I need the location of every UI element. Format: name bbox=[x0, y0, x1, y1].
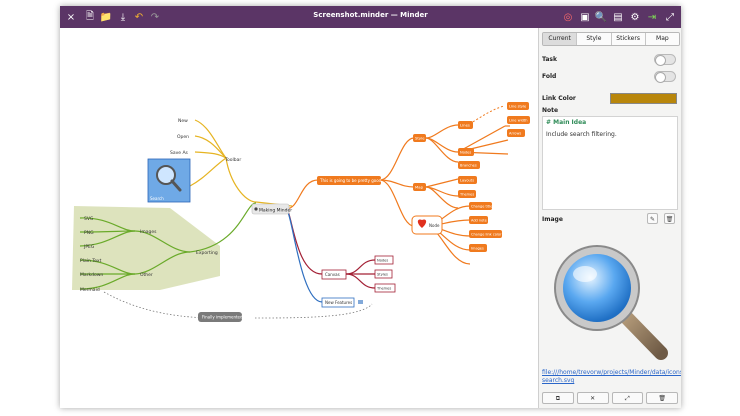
new-features-node-label: New Features bbox=[325, 300, 352, 305]
mindmap-svg: Making Minder Toolbar New Open Save As S… bbox=[72, 102, 530, 322]
new-node-label[interactable]: New bbox=[178, 118, 188, 124]
copy-icon[interactable]: ⧉ bbox=[542, 392, 574, 404]
tab-style[interactable]: Style bbox=[577, 33, 612, 45]
root-node-dot bbox=[254, 207, 258, 211]
tab-map[interactable]: Map bbox=[645, 33, 679, 45]
task-toggle[interactable] bbox=[654, 54, 676, 66]
canvas-node-label: Canvas bbox=[325, 272, 340, 277]
note-label: Note bbox=[542, 107, 559, 114]
finally-implemented-node-label: Finally implemented bbox=[202, 315, 243, 320]
link-color-button[interactable] bbox=[610, 93, 677, 104]
link-color-label: Link Color bbox=[542, 95, 576, 102]
line-width-node-label: Line width bbox=[509, 119, 528, 123]
change-title-node-label: Change title bbox=[471, 205, 492, 209]
style-node-label: Style bbox=[415, 136, 425, 141]
map-node-label: Map bbox=[415, 185, 424, 190]
markdown-node-label[interactable]: Markdown bbox=[80, 272, 103, 278]
note-editor[interactable]: # Main Idea Include search filtering. bbox=[542, 116, 678, 210]
jpeg-node-label[interactable]: JPEG bbox=[83, 244, 95, 250]
target-icon[interactable]: ◎ bbox=[560, 9, 576, 25]
delete-image-icon[interactable]: 🗑 bbox=[664, 213, 675, 224]
exporting-node-label[interactable]: Exporting bbox=[196, 250, 218, 256]
image-icon[interactable]: ▤ bbox=[610, 9, 626, 25]
svg-node-label[interactable]: SVG bbox=[84, 216, 94, 222]
layouts-node-label: Layouts bbox=[460, 179, 474, 183]
focus-icon[interactable]: ⇥ bbox=[644, 9, 660, 25]
other-node-label[interactable]: Other bbox=[140, 272, 153, 278]
change-link-color-node-label: Change link color bbox=[471, 233, 502, 237]
orange-branch-links bbox=[285, 124, 510, 265]
lens-highlight bbox=[573, 266, 597, 282]
toolbar-branch-links bbox=[189, 119, 293, 207]
trash-icon[interactable]: 🗑 bbox=[646, 392, 678, 404]
sidebar-bottom-bar: ⧉ ✕ ⤢ 🗑 bbox=[542, 392, 678, 404]
cut-icon[interactable]: ✕ bbox=[576, 392, 609, 404]
branches-node-label: Branches bbox=[460, 164, 477, 168]
styles-red-node-label: Styles bbox=[377, 273, 388, 277]
arrows-node-label: Arrows bbox=[509, 132, 521, 136]
mindmap-canvas[interactable]: Making Minder Toolbar New Open Save As S… bbox=[60, 28, 538, 408]
note-indicator-icon bbox=[358, 300, 363, 304]
gear-icon[interactable]: ⚙ bbox=[627, 9, 643, 25]
search-node-label: Search bbox=[150, 196, 164, 201]
nodes-red-node-label: Nodes bbox=[377, 259, 388, 263]
search-icon-preview bbox=[563, 254, 631, 322]
fold-toggle[interactable] bbox=[654, 71, 676, 83]
properties-sidebar: Current Style Stickers Map Task Fold Lin… bbox=[538, 28, 681, 408]
mermaid-node-label[interactable]: Mermaid bbox=[80, 287, 100, 293]
image-preview bbox=[554, 245, 668, 360]
open-node-label[interactable]: Open bbox=[177, 134, 189, 140]
themes-red-node-label: Themes bbox=[376, 287, 391, 291]
note-heading: # Main Idea bbox=[546, 119, 587, 126]
detach-icon[interactable]: ⤢ bbox=[611, 392, 644, 404]
add-note-node-label: Add note bbox=[471, 219, 487, 223]
app-window: × 🗎 📁 ⤓ ↶ ↷ Screenshot.minder — Minder ◎… bbox=[60, 6, 681, 408]
magnifier-handle-preview bbox=[618, 309, 668, 360]
tab-stickers[interactable]: Stickers bbox=[611, 33, 646, 45]
sidebar-tabs: Current Style Stickers Map bbox=[542, 32, 680, 46]
fold-label: Fold bbox=[542, 73, 557, 80]
toolbar-node-label[interactable]: Toolbar bbox=[224, 157, 241, 163]
new-features-link bbox=[285, 208, 323, 303]
fullscreen-icon[interactable]: ⤢ bbox=[662, 9, 678, 25]
note-body: Include search filtering. bbox=[546, 131, 617, 138]
pretty-good-node-label: This is going to be pretty good bbox=[319, 178, 382, 183]
tab-current[interactable]: Current bbox=[543, 33, 578, 45]
fold-toggle-knob bbox=[655, 72, 666, 83]
image-label: Image bbox=[542, 216, 563, 223]
themes-orange-node-label: Themes bbox=[459, 193, 474, 197]
edit-image-icon[interactable]: ✎ bbox=[647, 213, 658, 224]
task-label: Task bbox=[542, 56, 557, 63]
root-node-label: Making Minder bbox=[259, 208, 292, 214]
png-node-label[interactable]: PNG bbox=[84, 230, 94, 236]
lines-node-label: Lines bbox=[460, 123, 470, 128]
titlebar: × 🗎 📁 ⤓ ↶ ↷ Screenshot.minder — Minder ◎… bbox=[60, 6, 681, 28]
images-orange-node-label: Images bbox=[471, 247, 484, 251]
node-sticker-label: Node bbox=[429, 223, 440, 228]
line-style-node-label: Line style bbox=[509, 105, 527, 109]
plaintext-node-label[interactable]: Plain Text bbox=[80, 258, 102, 264]
stack-icon[interactable]: ▣ bbox=[577, 9, 593, 25]
image-path-link[interactable]: file:///home/trevorw/projects/Minder/dat… bbox=[542, 369, 681, 385]
saveas-node-label[interactable]: Save As bbox=[170, 150, 189, 156]
task-toggle-knob bbox=[655, 55, 666, 66]
nodes-orange-node-label: Nodes bbox=[460, 151, 471, 155]
search-icon[interactable]: 🔍 bbox=[593, 9, 609, 25]
images-node-label[interactable]: Images bbox=[140, 229, 157, 235]
